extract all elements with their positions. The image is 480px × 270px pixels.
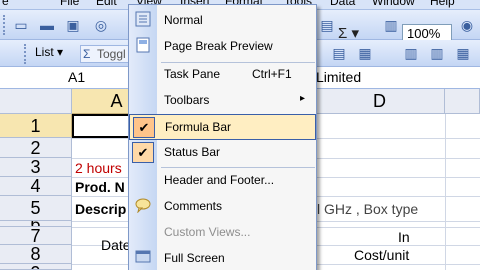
menu-item-toolbars[interactable]: Toolbars ▸ (129, 88, 316, 114)
row-header-3[interactable]: 3 (0, 158, 72, 177)
new-document-icon[interactable]: ▭ (12, 16, 30, 34)
menu-item-label: Formula Bar (165, 120, 232, 134)
full-screen-icon (133, 249, 153, 269)
view-menu: Normal Page Break Preview Task Pane Ctrl… (128, 4, 317, 270)
row-header-4[interactable]: 4 (0, 177, 72, 196)
menu-item-label: Normal (164, 13, 203, 27)
cell-d7[interactable]: In (398, 229, 410, 245)
print-list-icon[interactable]: ▥ (402, 44, 420, 62)
submenu-arrow-icon: ▸ (300, 93, 306, 104)
formula-content[interactable]: Limited (316, 67, 361, 88)
menu-data[interactable]: Data (330, 0, 355, 8)
gridline (445, 114, 446, 270)
row-header-7[interactable]: 7 (0, 227, 72, 245)
cell-a4[interactable]: Prod. N (75, 179, 125, 195)
column-header-e[interactable] (445, 89, 480, 114)
menu-item-task-pane[interactable]: Task Pane Ctrl+F1 (129, 62, 316, 88)
cell-a5[interactable]: Descrip (75, 201, 126, 217)
save-icon[interactable]: ▣ (64, 16, 82, 34)
menu-item-status-bar[interactable]: ✔ Status Bar (129, 140, 316, 166)
toolbar-grip[interactable] (24, 44, 27, 64)
hyperlink-icon[interactable]: ▤ (318, 16, 336, 34)
menu-item-page-break-preview[interactable]: Page Break Preview (129, 34, 316, 60)
menu-item-label: Status Bar (164, 145, 221, 159)
page-break-icon (133, 37, 153, 57)
menu-item-normal[interactable]: Normal (129, 8, 316, 34)
menu-item-label: Full Screen (164, 251, 225, 265)
menu-item-label: Custom Views... (164, 225, 251, 239)
cell-a8[interactable]: Date (101, 237, 131, 253)
menu-item-full-screen[interactable]: Full Screen (129, 246, 316, 270)
menu-edge: e (2, 0, 9, 8)
check-icon: ✔ (133, 117, 155, 138)
comments-icon (133, 197, 153, 217)
toggle-total-label: Toggl (97, 47, 126, 61)
menu-item-formula-bar[interactable]: ✔ Formula Bar (129, 114, 316, 140)
menu-file[interactable]: File (60, 0, 79, 8)
row-header-5[interactable]: 5 (0, 196, 72, 221)
menu-item-shortcut: Ctrl+F1 (252, 67, 292, 81)
menu-edit[interactable]: Edit (96, 0, 117, 8)
menu-item-label: Comments (164, 199, 223, 213)
toolbar-grip[interactable] (3, 15, 6, 35)
select-all-corner[interactable] (0, 89, 72, 114)
menu-item-label: Header and Footer... (164, 173, 275, 187)
list-icon[interactable]: ▦ (356, 44, 374, 62)
name-box[interactable]: A1 (0, 67, 130, 88)
cell-d5[interactable]: l GHz , Box type (317, 201, 418, 217)
row-header-2[interactable]: 2 (0, 138, 72, 158)
row-header-8[interactable]: 8 (0, 245, 72, 264)
refresh-icon[interactable]: ▤ (330, 44, 348, 62)
list-dropdown[interactable]: List ▾ (35, 45, 63, 59)
menu-item-custom-views[interactable]: Custom Views... (129, 220, 316, 246)
menu-item-comments[interactable]: Comments (129, 194, 316, 220)
row-header-9[interactable]: 9 (0, 264, 72, 270)
normal-view-icon (133, 11, 153, 31)
row-header-1[interactable]: 1 (0, 114, 72, 138)
sigma-icon: Σ (83, 47, 91, 61)
menu-help[interactable]: Help (430, 0, 455, 8)
chart-wizard-icon[interactable]: ▥ (382, 16, 400, 34)
toggle-total-icon[interactable]: ▥ (428, 44, 446, 62)
menu-window[interactable]: Window (372, 0, 415, 8)
menu-item-label: Page Break Preview (164, 39, 273, 53)
menu-item-label: Task Pane (164, 67, 221, 81)
help-icon[interactable]: ◉ (458, 16, 476, 34)
menu-item-header-footer[interactable]: Header and Footer... (129, 168, 316, 194)
open-folder-icon[interactable]: ▬ (38, 16, 56, 34)
cell-d8[interactable]: Cost/unit (354, 247, 409, 263)
print-preview-icon[interactable]: ◎ (92, 16, 110, 34)
cell-a3[interactable]: 2 hours (75, 160, 122, 176)
data-range-icon[interactable]: ▦ (454, 44, 472, 62)
menu-item-label: Toolbars (164, 93, 210, 107)
toggle-total-button[interactable]: Σ Toggl (80, 45, 135, 63)
column-header-d[interactable]: D (315, 89, 445, 114)
check-icon: ✔ (132, 142, 154, 163)
